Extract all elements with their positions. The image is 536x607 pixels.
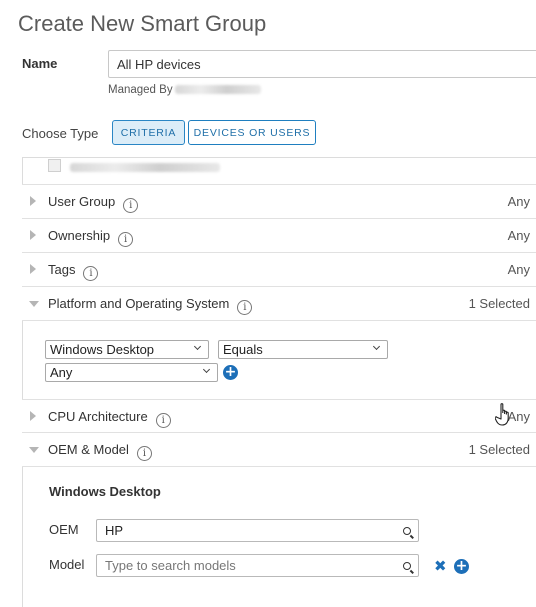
- platform-select-value: Windows Desktop: [50, 342, 155, 357]
- criteria-value: Any: [507, 228, 530, 243]
- close-icon[interactable]: ✖: [434, 559, 447, 574]
- info-icon[interactable]: i: [118, 232, 134, 247]
- checkbox[interactable]: [48, 159, 61, 172]
- add-circle-icon[interactable]: +: [454, 559, 469, 574]
- add-circle-icon[interactable]: +: [223, 365, 238, 380]
- caret-down-icon[interactable]: [29, 301, 39, 307]
- chevron-down-icon: [372, 342, 381, 351]
- caret-right-icon[interactable]: [30, 411, 36, 421]
- oem-platform-title: Windows Desktop: [49, 484, 161, 499]
- criteria-row-user-group[interactable]: User Group i Any: [22, 185, 536, 219]
- model-search-input[interactable]: [96, 554, 419, 577]
- criteria-value: Any: [507, 194, 530, 209]
- criteria-row-cpu-architecture[interactable]: CPU Architecture i Any: [22, 399, 536, 433]
- caret-right-icon[interactable]: [30, 264, 36, 274]
- hand-cursor-icon: [495, 403, 509, 426]
- managed-by-label: Managed By: [108, 84, 173, 96]
- info-icon[interactable]: i: [155, 413, 171, 428]
- criteria-value: 1 Selected: [468, 442, 530, 457]
- name-input[interactable]: [108, 50, 536, 78]
- criteria-label: CPU Architecture i: [48, 409, 171, 428]
- managed-by-value-redacted: [174, 85, 261, 95]
- criteria-label: Tags i: [48, 262, 99, 281]
- caret-right-icon[interactable]: [30, 196, 36, 206]
- info-icon[interactable]: i: [123, 198, 139, 213]
- caret-right-icon[interactable]: [30, 230, 36, 240]
- devices-or-users-button[interactable]: DEVICES OR USERS: [188, 120, 316, 145]
- caret-down-icon[interactable]: [29, 447, 39, 453]
- operator-select[interactable]: Equals: [218, 340, 388, 359]
- criteria-row-oem-model[interactable]: OEM & Model i 1 Selected: [22, 433, 536, 467]
- criteria-button[interactable]: CRITERIA: [112, 120, 185, 145]
- model-label: Model: [49, 557, 85, 572]
- operator-select-value: Equals: [223, 342, 263, 357]
- search-icon: [403, 562, 411, 570]
- info-icon[interactable]: i: [237, 300, 253, 315]
- criteria-label: Platform and Operating System i: [48, 296, 253, 315]
- redacted-text: [68, 159, 220, 177]
- criteria-label: User Group i: [48, 194, 139, 213]
- platform-select[interactable]: Windows Desktop: [45, 340, 209, 359]
- chevron-down-icon: [202, 365, 211, 374]
- criteria-row-ownership[interactable]: Ownership i Any: [22, 219, 536, 253]
- criteria-value: Any: [507, 262, 530, 277]
- criteria-row-platform[interactable]: Platform and Operating System i 1 Selecte…: [22, 287, 536, 321]
- oem-label: OEM: [49, 522, 79, 537]
- criteria-label: OEM & Model i: [48, 442, 152, 461]
- info-icon[interactable]: i: [136, 446, 152, 461]
- managed-by: Managed By: [108, 84, 261, 96]
- oem-search-input[interactable]: [96, 519, 419, 542]
- criteria-value: 1 Selected: [468, 296, 530, 311]
- info-icon[interactable]: i: [83, 266, 99, 281]
- version-select-value: Any: [50, 365, 73, 380]
- criteria-label: Ownership i: [48, 228, 134, 247]
- choose-type-label: Choose Type: [22, 126, 99, 141]
- criteria-row-tags[interactable]: Tags i Any: [22, 253, 536, 287]
- search-icon: [403, 527, 411, 535]
- organization-group-row: [22, 158, 536, 185]
- name-label: Name: [22, 56, 58, 71]
- page-title: Create New Smart Group: [18, 11, 267, 36]
- chevron-down-icon: [193, 342, 202, 351]
- version-select[interactable]: Any: [45, 363, 218, 382]
